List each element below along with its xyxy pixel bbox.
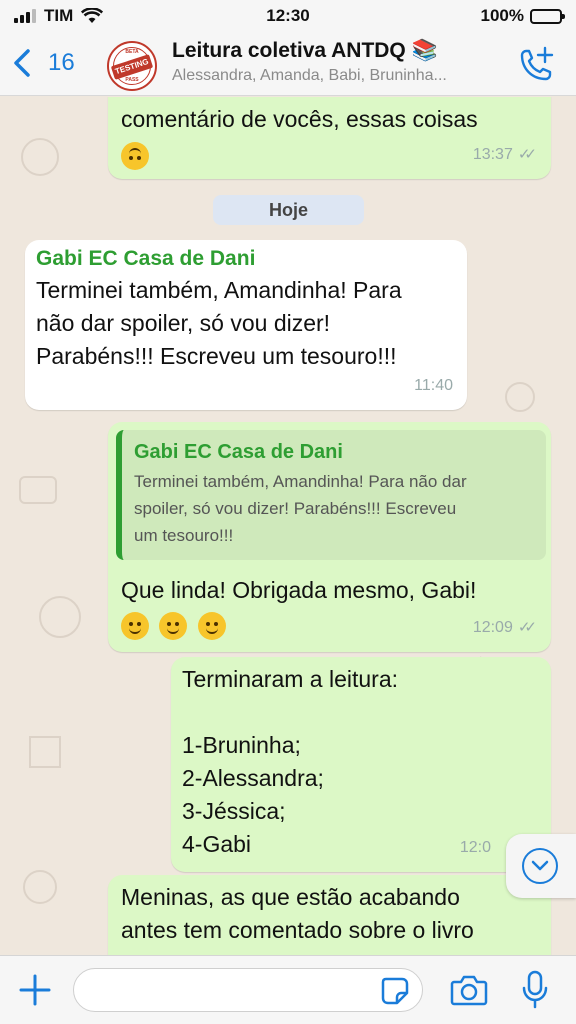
read-receipt-icon: ✓✓	[517, 619, 537, 636]
message-line: antes tem comentado sobre o livro	[121, 917, 474, 943]
message-incoming[interactable]: Gabi EC Casa de Dani Terminei também, Am…	[25, 240, 467, 410]
battery-percent: 100%	[480, 6, 524, 25]
message-line: Parabéns!!! Escreveu um tesouro!!!	[36, 343, 397, 369]
message-outgoing-reply[interactable]: Gabi EC Casa de Dani Terminei também, Am…	[108, 422, 551, 652]
read-receipt-icon: ✓✓	[517, 146, 537, 163]
message-time: 12:0	[459, 839, 491, 856]
camera-icon[interactable]	[450, 973, 488, 1007]
group-avatar[interactable]: BETA TESTING PASS	[107, 41, 157, 91]
message-meta: 12:09 ✓✓	[473, 611, 537, 644]
group-info[interactable]: Leitura coletiva ANTDQ 📚 Alessandra, Ama…	[172, 39, 502, 85]
status-bar: TIM 12:30 100%	[0, 0, 576, 34]
message-line: 3-Jéssica;	[182, 798, 286, 824]
mic-icon[interactable]	[520, 970, 550, 1010]
message-time: 11:40	[414, 377, 453, 394]
message-outgoing[interactable]: Terminaram a leitura: 1-Bruninha; 2-Ales…	[171, 657, 551, 872]
back-button[interactable]: 16	[10, 48, 75, 78]
message-meta: 12:0	[460, 831, 491, 864]
quoted-line: Terminei também, Amandinha! Para não dar	[134, 472, 467, 491]
message-time: 12:09	[472, 619, 513, 636]
message-meta: 11:40	[414, 369, 453, 402]
message-line: Terminaram a leitura:	[182, 666, 399, 692]
date-divider: Hoje	[213, 195, 364, 225]
chat-header: 16 BETA TESTING PASS Leitura coletiva AN…	[0, 34, 576, 96]
status-right: 100%	[480, 6, 565, 26]
message-meta: 13:37 ✓✓	[473, 138, 537, 171]
message-emoji-row	[121, 608, 230, 641]
unread-count: 16	[48, 49, 75, 76]
sender-name: Gabi EC Casa de Dani	[36, 247, 256, 270]
chat-area[interactable]: comentário de vocês, essas coisas 13:37 …	[0, 97, 576, 955]
add-call-icon[interactable]	[516, 46, 556, 86]
hugging-face-emoji	[159, 611, 188, 640]
message-outgoing[interactable]: comentário de vocês, essas coisas 13:37 …	[108, 97, 551, 179]
avatar-bottom-text: PASS	[125, 77, 139, 83]
message-text: Que linda! Obrigada mesmo, Gabi!	[121, 577, 477, 603]
message-line: Meninas, as que estão acabando	[121, 884, 460, 910]
quoted-line: spoiler, só vou dizer! Parabéns!!! Escre…	[134, 499, 457, 518]
group-members: Alessandra, Amanda, Babi, Bruninha...	[172, 67, 447, 84]
group-title: Leitura coletiva ANTDQ 📚	[172, 39, 438, 62]
plus-icon[interactable]	[18, 973, 52, 1007]
upside-down-face-emoji	[121, 141, 149, 170]
smiling-face-hearts-emoji	[121, 611, 149, 640]
message-line: 2-Alessandra;	[182, 765, 324, 791]
input-bar	[0, 955, 576, 1024]
scroll-down-icon	[522, 848, 558, 884]
face-blowing-kiss-emoji	[197, 611, 226, 640]
message-line: 1-Bruninha;	[182, 732, 301, 758]
message-outgoing[interactable]: Meninas, as que estão acabando antes tem…	[108, 875, 551, 955]
message-line: não dar spoiler, só vou dizer!	[36, 310, 331, 336]
battery-icon	[530, 8, 565, 24]
scroll-to-bottom-button[interactable]	[506, 834, 576, 898]
sticker-icon[interactable]	[380, 976, 410, 1006]
back-chevron-icon	[14, 49, 30, 77]
message-input[interactable]	[73, 968, 423, 1012]
quoted-sender: Gabi EC Casa de Dani	[134, 441, 343, 463]
quoted-message[interactable]: Gabi EC Casa de Dani Terminei também, Am…	[116, 430, 546, 560]
message-line: Terminei também, Amandinha! Para	[36, 277, 402, 303]
quoted-line: um tesouro!!!	[134, 526, 234, 545]
message-text: comentário de vocês, essas coisas	[121, 106, 478, 132]
message-time: 13:37	[472, 146, 513, 163]
